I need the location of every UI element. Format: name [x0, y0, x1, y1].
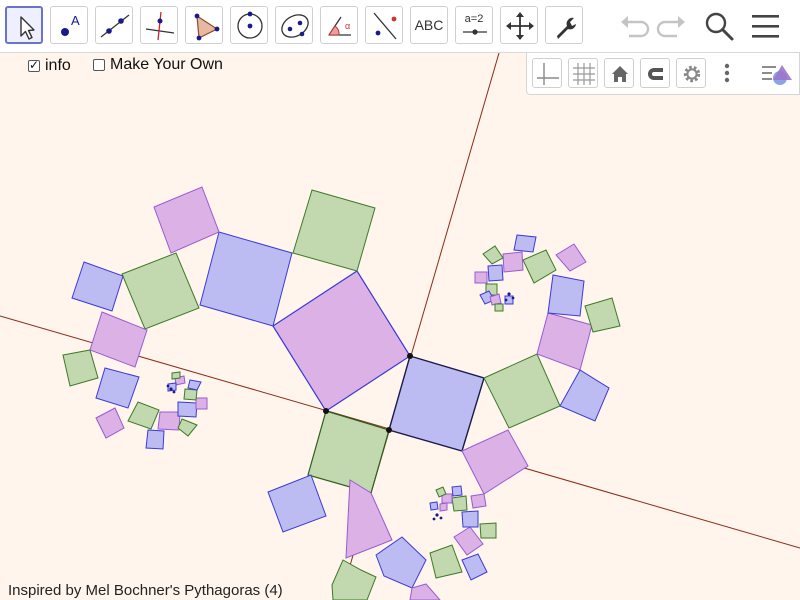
line-through-points-icon [100, 14, 130, 38]
settings-button[interactable] [676, 58, 706, 88]
central-square-blue[interactable] [388, 355, 485, 452]
vertex-point[interactable] [407, 353, 413, 359]
info-checkbox[interactable]: info [28, 57, 71, 75]
redo-button[interactable] [653, 8, 691, 49]
graphics-view[interactable]: info Make Your Own [0, 53, 800, 600]
reflect-line-icon [373, 12, 397, 40]
perpendicular-line-tool[interactable] [140, 6, 178, 44]
circle-center-icon [237, 11, 263, 39]
vertex-point[interactable] [386, 427, 392, 433]
central-square-purple[interactable] [272, 270, 411, 412]
ellipse-icon [281, 14, 309, 38]
svg-text:A: A [71, 13, 80, 28]
make-your-own-checkbox[interactable]: Make Your Own [93, 56, 223, 74]
axes-icon [537, 63, 559, 85]
more-vert-icon [724, 63, 730, 83]
wrench-icon [557, 17, 576, 39]
info-checkbox-box[interactable] [28, 58, 40, 72]
make-your-own-checkbox-box[interactable] [93, 59, 105, 71]
toolbar: A α ABC a=2 [0, 0, 800, 53]
main-menu-button[interactable] [748, 8, 786, 49]
circle-tool[interactable] [230, 6, 268, 44]
graphics-style-bar [526, 53, 800, 95]
angle-icon: α [328, 16, 351, 36]
polygon-icon [194, 13, 220, 41]
search-icon [705, 12, 734, 41]
magnet-snap-icon [648, 68, 663, 80]
toggle-grid-button[interactable] [568, 58, 598, 88]
slider-icon [463, 29, 487, 35]
standard-view-button[interactable] [604, 58, 634, 88]
text-tool-label: ABC [414, 17, 444, 33]
angle-tool[interactable]: α [320, 6, 358, 44]
svg-text:α: α [345, 21, 350, 31]
vertex-point[interactable] [323, 408, 329, 414]
point-icon: A [61, 13, 80, 36]
home-icon [612, 66, 628, 82]
move-arrows-icon [506, 12, 534, 40]
reflect-tool[interactable] [365, 6, 403, 44]
tools-menu[interactable] [545, 6, 583, 44]
polygon-tool[interactable] [185, 6, 223, 44]
slider-tool[interactable]: a=2 [455, 6, 493, 44]
pythagoras-fractal-canvas[interactable] [0, 53, 800, 600]
move-tool[interactable] [5, 6, 43, 44]
line-tool[interactable] [95, 6, 133, 44]
gear-icon [683, 65, 701, 83]
undo-icon [621, 16, 650, 38]
point-capturing-button[interactable] [640, 58, 670, 88]
toggle-axes-button[interactable] [532, 58, 562, 88]
redo-icon [656, 16, 685, 38]
cursor-arrow-icon [20, 16, 35, 40]
lower-arm-squares [267, 429, 529, 600]
info-checkbox-label: info [45, 57, 71, 74]
central-square-green[interactable] [307, 410, 390, 494]
make-your-own-checkbox-label: Make Your Own [110, 56, 223, 73]
search-button[interactable] [700, 8, 738, 49]
hamburger-menu-icon [752, 15, 779, 38]
point-tool[interactable]: A [50, 6, 88, 44]
more-options-button[interactable] [712, 58, 742, 88]
right-arm-squares [474, 234, 621, 429]
graphics-style-icon [762, 65, 792, 85]
grid-icon [573, 63, 595, 85]
ellipse-tool[interactable] [275, 6, 313, 44]
text-tool[interactable]: ABC [410, 6, 448, 44]
perpendicular-icon [145, 11, 175, 41]
move-graphics-tool[interactable] [500, 6, 538, 44]
graphics-style-button[interactable] [760, 58, 792, 88]
undo-button[interactable] [615, 8, 653, 49]
construction-caption: Inspired by Mel Bochner's Pythagoras (4) [8, 582, 283, 599]
